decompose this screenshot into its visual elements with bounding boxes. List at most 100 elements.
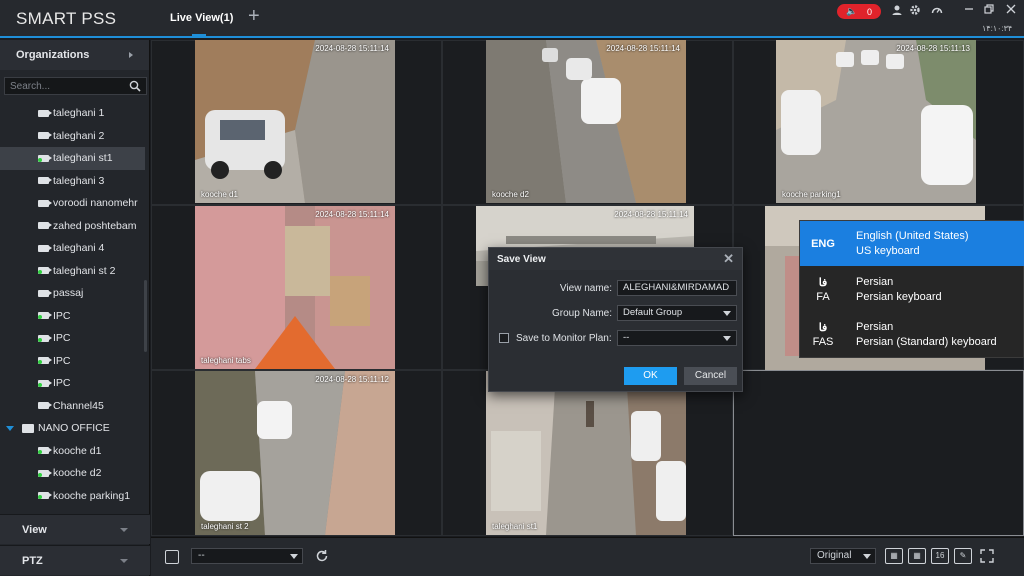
tree-item-camera[interactable]: taleghani 4 (0, 237, 145, 260)
group-name-value: Default Group (623, 307, 683, 318)
view-section[interactable]: View (0, 514, 150, 544)
minimize-icon[interactable] (962, 4, 976, 18)
view-select-value: -- (198, 550, 205, 561)
restore-icon[interactable] (982, 4, 996, 18)
lang-option-fas[interactable]: فا FAS Persian Persian (Standard) keyboard (800, 312, 1024, 357)
tree-item-camera[interactable]: zahed poshtebam (0, 215, 145, 238)
lang-code-primary: ENG (811, 237, 835, 250)
close-icon[interactable] (1004, 4, 1018, 18)
layout-9-icon[interactable]: ▦ (908, 548, 926, 564)
tree-item-camera[interactable]: Channel45 (0, 395, 145, 418)
tree-item-label: taleghani st 2 (53, 264, 116, 277)
gauge-icon[interactable] (930, 4, 944, 18)
dialog-close-icon[interactable]: ✕ (723, 251, 734, 267)
tree-item-camera[interactable]: IPC (0, 350, 145, 373)
organizations-header[interactable]: Organizations (0, 40, 149, 70)
view-name-input[interactable]: ALEGHANI&MIRDAMAD (617, 280, 737, 296)
camera-feed-3[interactable]: 2024-08-28 15:11:13 kooche parking1 (776, 40, 976, 203)
tree-item-label: IPC (53, 309, 71, 322)
search-icon[interactable] (129, 80, 141, 92)
expand-arrow-icon[interactable] (6, 425, 14, 431)
dialog-title: Save View (497, 253, 546, 265)
gear-icon[interactable] (908, 4, 922, 18)
add-tab-button[interactable]: + (248, 6, 260, 26)
tree-scrollbar[interactable] (144, 280, 147, 352)
tree-item-label: taleghani st1 (53, 152, 113, 165)
tree-item-camera[interactable]: IPC (0, 372, 145, 395)
tree-item-label: voroodi nanomehr (53, 197, 138, 210)
tree-item-label: taleghani 4 (53, 242, 105, 255)
camera-online-icon (38, 379, 52, 387)
tree-group-nano-office[interactable]: NANO OFFICE (0, 417, 145, 440)
tree-item-camera[interactable]: taleghani st1 (0, 147, 145, 170)
camera-feed-7[interactable]: 2024-08-28 15:11:12 taleghani st 2 (195, 371, 395, 535)
alarm-badge[interactable]: 🔈 0 (837, 4, 881, 19)
ptz-section[interactable]: PTZ (0, 545, 150, 575)
camera-online-icon (38, 334, 52, 342)
ok-button[interactable]: OK (624, 367, 677, 385)
view-name-row: View name: ALEGHANI&MIRDAMAD (489, 280, 744, 298)
device-tree: taleghani 1 taleghani 2 taleghani st1 taleg… (0, 102, 145, 502)
camera-online-icon (38, 312, 52, 320)
tree-item-camera[interactable]: taleghani st 2 (0, 260, 145, 283)
tree-item-label: kooche parking1 (53, 489, 131, 502)
feed-image-2 (486, 40, 686, 203)
tree-item-label: Channel45 (53, 399, 104, 412)
group-name-select[interactable]: Default Group (617, 305, 737, 321)
layout-4-icon[interactable]: ▦ (885, 548, 903, 564)
tab-live-view[interactable]: Live View(1) (170, 12, 233, 24)
tree-item-camera[interactable]: IPC (0, 327, 145, 350)
camera-online-icon (38, 267, 52, 275)
camera-feed-2[interactable]: 2024-08-28 15:11:14 kooche d2 (486, 40, 686, 203)
custom-layout-icon[interactable]: ✎ (954, 548, 972, 564)
chevron-down-icon (290, 554, 298, 559)
camera-feed-8[interactable]: taleghani st1 (486, 371, 686, 535)
feed-timestamp: 2024-08-28 15:11:12 (315, 375, 389, 384)
monitor-plan-row: Save to Monitor Plan: -- (489, 330, 744, 348)
save-to-monitor-plan-checkbox[interactable] (499, 333, 509, 343)
group-name-row: Group Name: Default Group (489, 305, 744, 323)
tree-item-camera[interactable]: kooche d1 (0, 440, 145, 463)
chevron-right-icon (129, 52, 133, 58)
tree-item-camera[interactable]: taleghani 1 (0, 102, 145, 125)
camera-icon (38, 109, 52, 117)
feed-camera-name: taleghani st1 (492, 522, 538, 531)
tree-item-camera[interactable]: kooche parking1 (0, 485, 145, 503)
lang-code: فا FA (800, 276, 846, 304)
camera-feed-1[interactable]: 2024-08-28 15:11:14 kooche d1 (195, 40, 395, 203)
tree-item-camera[interactable]: passaj (0, 282, 145, 305)
fullscreen-icon[interactable] (980, 549, 994, 566)
camera-icon (38, 177, 52, 185)
stream-quality-select[interactable]: Original (810, 548, 876, 564)
cancel-button[interactable]: Cancel (684, 367, 737, 385)
chevron-down-icon (120, 558, 128, 563)
tree-item-camera[interactable]: kooche d2 (0, 462, 145, 485)
lang-keyboard: Persian keyboard (856, 290, 942, 303)
group-name-label: Group Name: (551, 308, 612, 319)
dialog-header: Save View ✕ (489, 248, 742, 270)
search-input[interactable]: Search... (4, 77, 147, 95)
tree-item-camera[interactable]: IPC (0, 305, 145, 328)
camera-feed-4[interactable]: 2024-08-28 15:11:14 taleghani tabs (195, 206, 395, 369)
chevron-down-icon (723, 336, 731, 341)
tree-item-camera[interactable]: voroodi nanomehr (0, 192, 145, 215)
lang-option-eng[interactable]: ENG English (United States) US keyboard (800, 221, 1024, 266)
user-icon[interactable] (890, 4, 904, 18)
tree-item-label: IPC (53, 377, 71, 390)
tree-item-label: IPC (53, 354, 71, 367)
camera-online-icon (38, 154, 52, 162)
view-name-label: View name: (559, 283, 612, 294)
view-select[interactable]: -- (191, 548, 303, 564)
tree-item-camera[interactable]: taleghani 2 (0, 125, 145, 148)
monitor-plan-select[interactable]: -- (617, 330, 737, 346)
layout-16-button[interactable]: 16 (931, 548, 949, 564)
lang-code-primary: فا (818, 321, 828, 334)
lang-option-fa[interactable]: فا FA Persian Persian keyboard (800, 267, 1024, 312)
tree-item-camera[interactable]: taleghani 3 (0, 170, 145, 193)
video-cell-9-empty[interactable] (733, 370, 1024, 536)
refresh-icon[interactable] (315, 549, 329, 566)
save-view-icon[interactable] (165, 550, 179, 564)
ptz-section-label: PTZ (22, 554, 43, 567)
camera-online-icon (38, 469, 52, 477)
feed-timestamp: 2024-08-28 15:11:14 (614, 210, 688, 219)
